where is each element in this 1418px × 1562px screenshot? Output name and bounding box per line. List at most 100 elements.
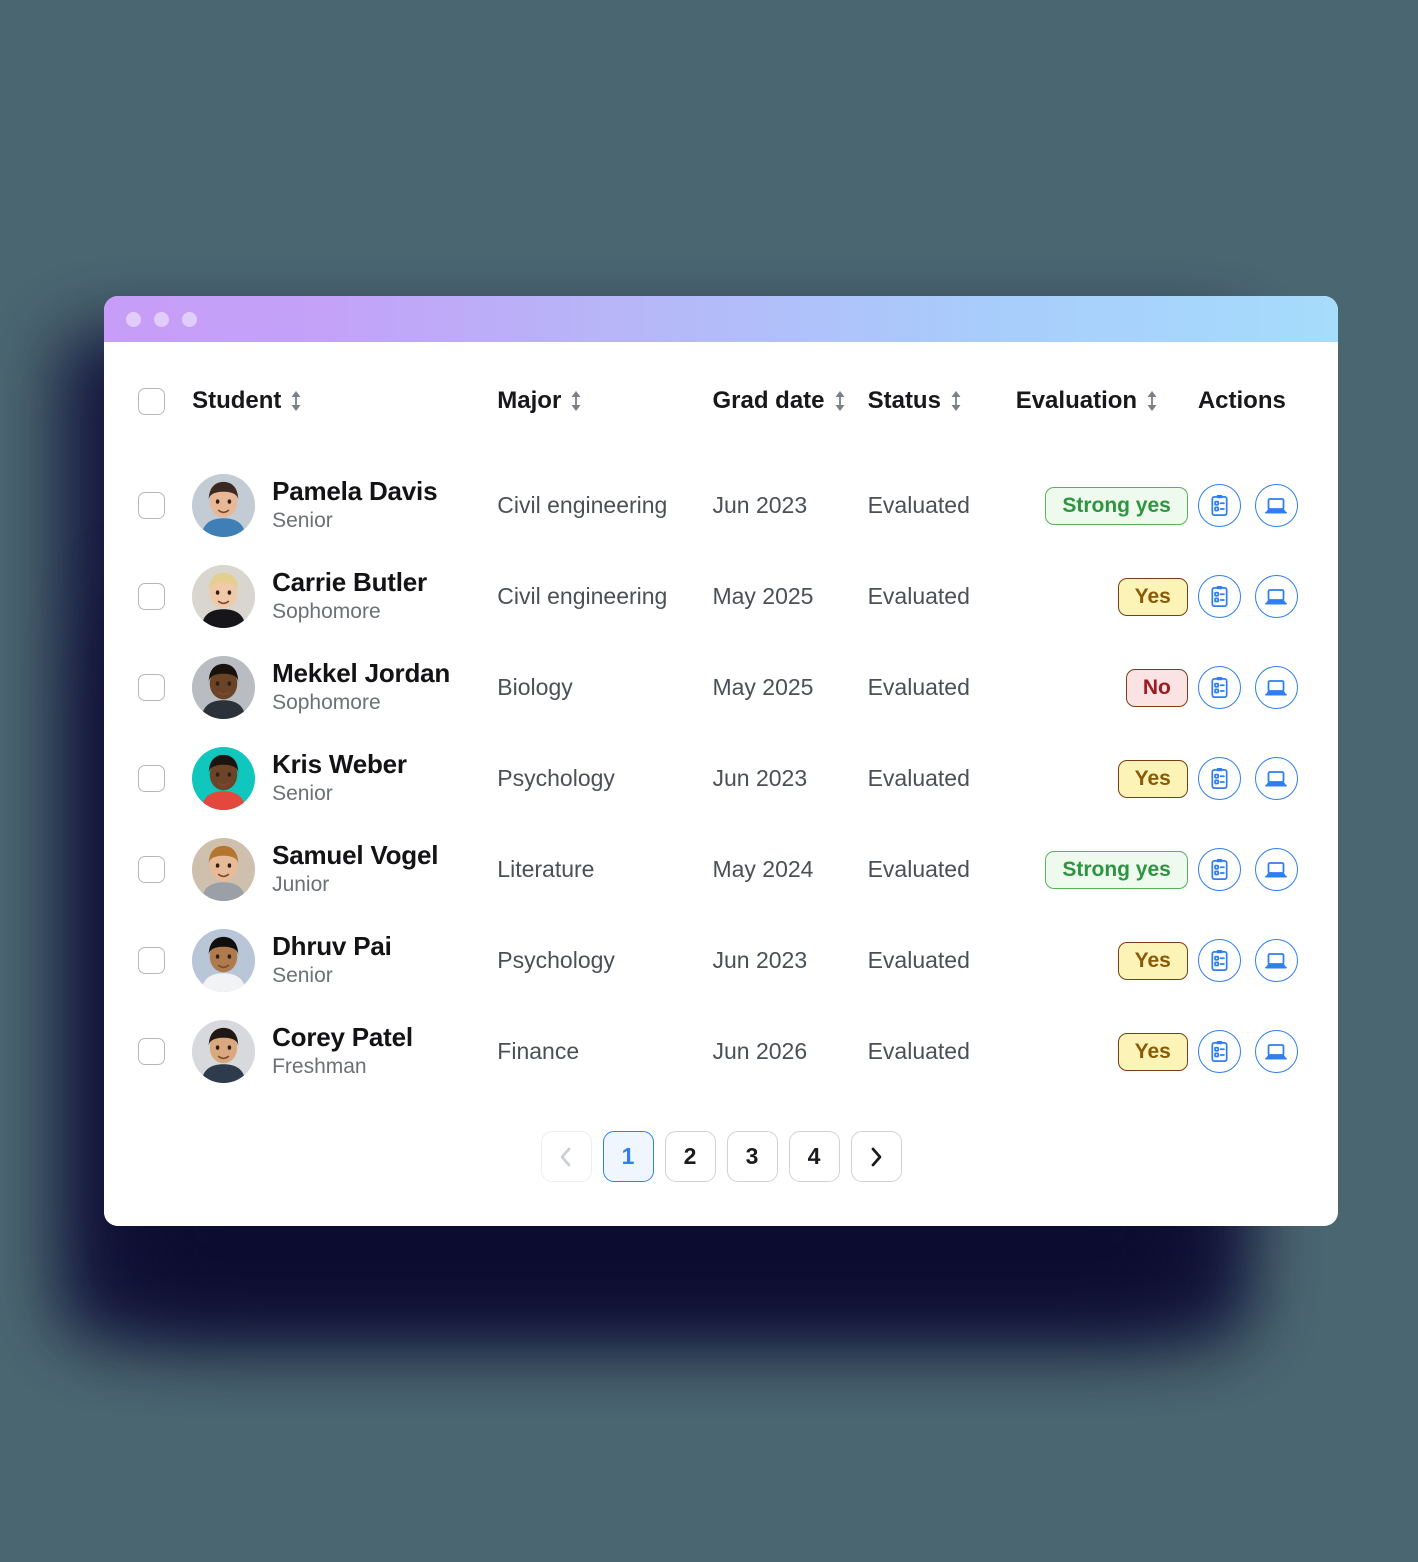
grad-date-cell: Jun 2023 xyxy=(712,947,808,973)
traffic-light-maximize-icon[interactable] xyxy=(182,311,197,327)
table-row[interactable]: Kris Weber Senior Psychology Jun 2023 Evalua… xyxy=(104,733,1338,824)
interview-laptop-icon-button[interactable] xyxy=(1254,1030,1298,1073)
grad-date-cell: Jun 2023 xyxy=(712,492,808,518)
table-row[interactable]: Corey Patel Freshman Finance Jun 2026 Evalua… xyxy=(104,1006,1338,1097)
interview-laptop-icon-button[interactable] xyxy=(1254,666,1298,709)
evaluation-form-icon xyxy=(1208,949,1231,972)
student-year: Senior xyxy=(272,508,333,532)
row-checkbox[interactable] xyxy=(138,856,165,883)
status-cell: Evaluated xyxy=(867,583,970,609)
row-checkbox[interactable] xyxy=(138,492,165,519)
major-cell: Civil engineering xyxy=(497,492,668,518)
actions-cell xyxy=(1197,460,1338,551)
grad-date-cell: Jun 2023 xyxy=(712,765,808,791)
evaluation-cell: No xyxy=(1016,642,1198,733)
column-header-select xyxy=(104,342,192,460)
avatar xyxy=(192,1020,256,1083)
evaluation-form-icon-button[interactable] xyxy=(1197,484,1241,527)
row-checkbox[interactable] xyxy=(138,583,165,610)
actions-cell xyxy=(1197,824,1338,915)
avatar xyxy=(192,656,256,719)
student-name: Samuel Vogel xyxy=(272,839,439,870)
pagination-page-button-1[interactable]: 1 xyxy=(602,1131,654,1182)
evaluation-form-icon-button[interactable] xyxy=(1197,575,1241,618)
pagination-next-button[interactable] xyxy=(850,1131,902,1182)
interview-laptop-icon xyxy=(1264,585,1288,609)
table-header-row: Student Major Grad date Status Evaluatio… xyxy=(104,342,1338,460)
sort-icon[interactable] xyxy=(570,390,582,412)
pagination-page-button-4[interactable]: 4 xyxy=(788,1131,840,1182)
status-cell: Evaluated xyxy=(867,947,970,973)
sort-icon[interactable] xyxy=(1146,390,1158,412)
table-header: Student Major Grad date Status Evaluatio… xyxy=(104,342,1338,460)
interview-laptop-icon-button[interactable] xyxy=(1254,939,1298,982)
interview-laptop-icon xyxy=(1264,949,1288,973)
evaluation-badge: Strong yes xyxy=(1045,850,1188,889)
evaluation-form-icon-button[interactable] xyxy=(1197,757,1241,800)
table-row[interactable]: Samuel Vogel Junior Literature May 2024 Eval… xyxy=(104,824,1338,915)
interview-laptop-icon-button[interactable] xyxy=(1254,757,1298,800)
evaluation-form-icon xyxy=(1208,858,1231,881)
evaluation-form-icon-button[interactable] xyxy=(1197,848,1241,891)
interview-laptop-icon-button[interactable] xyxy=(1254,575,1298,618)
table-row[interactable]: Pamela Davis Senior Civil engineering Jun 2… xyxy=(104,460,1338,551)
grad-date-cell: Jun 2026 xyxy=(712,1038,808,1064)
select-all-checkbox[interactable] xyxy=(138,387,165,415)
row-checkbox[interactable] xyxy=(138,674,165,701)
major-cell: Psychology xyxy=(497,947,615,973)
interview-laptop-icon xyxy=(1264,494,1288,518)
column-header-evaluation[interactable]: Evaluation xyxy=(1016,342,1198,460)
table-row[interactable]: Carrie Butler Sophomore Civil engineering M… xyxy=(104,551,1338,642)
student-year: Sophomore xyxy=(272,599,381,623)
column-header-evaluation-label: Evaluation xyxy=(1015,387,1138,414)
row-checkbox[interactable] xyxy=(138,1038,165,1065)
column-header-status[interactable]: Status xyxy=(868,342,1016,460)
column-header-student[interactable]: Student xyxy=(192,342,497,460)
table-row[interactable]: Mekkel Jordan Sophomore Biology May 2025 Eva… xyxy=(104,642,1338,733)
browser-window: Student Major Grad date Status Evaluatio… xyxy=(104,296,1338,1226)
pagination-page-button-2[interactable]: 2 xyxy=(664,1131,716,1182)
window-content: Student Major Grad date Status Evaluatio… xyxy=(104,342,1338,1226)
grad-date-cell: May 2025 xyxy=(712,674,814,700)
sort-icon[interactable] xyxy=(950,390,962,412)
pagination-prev-button[interactable] xyxy=(540,1131,592,1182)
student-cell: Pamela Davis Senior xyxy=(192,460,497,551)
status-cell: Evaluated xyxy=(867,1038,970,1064)
evaluation-form-icon xyxy=(1208,767,1231,790)
grad-date-cell: May 2025 xyxy=(712,583,814,609)
column-header-actions-label: Actions xyxy=(1197,387,1286,414)
evaluation-cell: Yes xyxy=(1016,915,1198,1006)
pagination-page-button-3[interactable]: 3 xyxy=(726,1131,778,1182)
column-header-major-label: Major xyxy=(497,387,562,414)
evaluation-form-icon-button[interactable] xyxy=(1197,666,1241,709)
evaluation-form-icon-button[interactable] xyxy=(1197,939,1241,982)
row-checkbox[interactable] xyxy=(138,947,165,974)
student-cell: Dhruv Pai Senior xyxy=(192,915,497,1006)
student-cell: Kris Weber Senior xyxy=(192,733,497,824)
traffic-light-minimize-icon[interactable] xyxy=(154,311,169,327)
student-year: Freshman xyxy=(272,1054,367,1078)
evaluation-form-icon-button[interactable] xyxy=(1197,1030,1241,1073)
column-header-status-label: Status xyxy=(867,387,941,414)
major-cell: Literature xyxy=(497,856,595,882)
sort-icon[interactable] xyxy=(290,390,302,412)
table-row[interactable]: Dhruv Pai Senior Psychology Jun 2023 Evaluat… xyxy=(104,915,1338,1006)
status-cell: Evaluated xyxy=(867,765,970,791)
column-header-grad-date-label: Grad date xyxy=(712,387,825,414)
interview-laptop-icon-button[interactable] xyxy=(1254,484,1298,527)
avatar xyxy=(192,565,256,628)
interview-laptop-icon-button[interactable] xyxy=(1254,848,1298,891)
row-select-cell xyxy=(104,551,192,642)
sort-icon[interactable] xyxy=(834,390,846,412)
traffic-light-close-icon[interactable] xyxy=(126,311,141,327)
column-header-major[interactable]: Major xyxy=(497,342,712,460)
students-table: Student Major Grad date Status Evaluatio… xyxy=(104,342,1338,1097)
student-year: Senior xyxy=(272,963,333,987)
row-checkbox[interactable] xyxy=(138,765,165,792)
student-cell: Carrie Butler Sophomore xyxy=(192,551,497,642)
evaluation-cell: Strong yes xyxy=(1016,824,1198,915)
status-cell: Evaluated xyxy=(867,492,970,518)
evaluation-cell: Yes xyxy=(1016,551,1198,642)
column-header-grad-date[interactable]: Grad date xyxy=(712,342,867,460)
student-year: Junior xyxy=(272,872,330,896)
